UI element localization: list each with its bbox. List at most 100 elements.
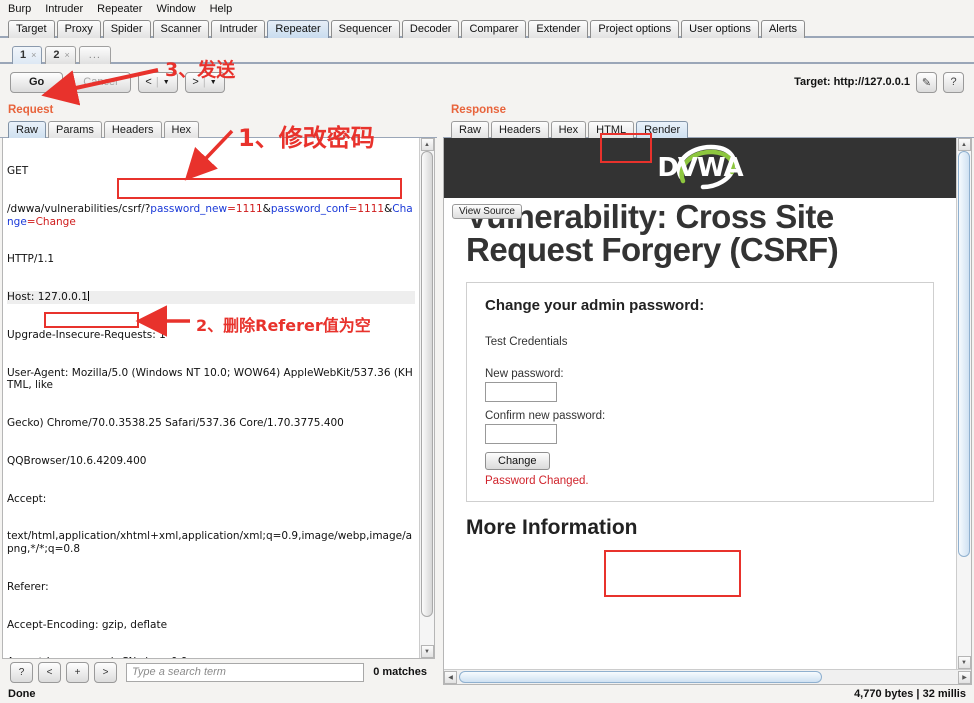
response-tab-html[interactable]: HTML [588,121,635,138]
request-header-useragent-1: User-Agent: Mozilla/5.0 (Windows NT 10.0… [7,366,413,392]
request-editor-wrap: GET /dwwa/vulnerabilities/csrf/?password… [2,138,435,659]
status-bar: Done 4,770 bytes | 32 millis [0,685,974,703]
response-tab-render[interactable]: Render [636,121,689,138]
tab-comparer[interactable]: Comparer [461,20,527,38]
divider: | [155,76,159,88]
request-header-useragent-2: Gecko) Chrome/70.0.3538.25 Safari/537.36… [7,417,344,430]
tab-project-options[interactable]: Project options [590,20,680,38]
request-header-upgrade: Upgrade-Insecure-Requests: 1 [7,328,166,341]
change-button[interactable]: Change [485,452,550,470]
page-title: Vulnerability: Cross Site Request Forger… [466,198,839,268]
scrollbar-track[interactable] [457,670,958,684]
request-line-url: /dwwa/vulnerabilities/csrf/?password_new… [7,203,415,228]
response-tab-hex[interactable]: Hex [550,121,587,138]
response-pane: Response Raw Headers Hex HTML Render DVW… [443,100,974,685]
new-password-label: New password: [485,368,564,380]
tab-sequencer[interactable]: Sequencer [330,20,400,38]
next-request-button[interactable]: > | ▼ [184,71,225,93]
search-prev-button[interactable]: < [38,661,61,683]
request-header-accept-language: Accept-Language: zh-CN,zh;q=0.9 [7,656,415,658]
tab-scanner[interactable]: Scanner [152,20,210,38]
search-add-button[interactable]: + [66,661,89,683]
menu-item-burp[interactable]: Burp [6,3,33,15]
scrollbar-track[interactable] [957,151,971,656]
confirm-password-input[interactable] [485,424,557,444]
scroll-down-icon[interactable]: ▼ [420,645,434,658]
request-response-panes: Request Raw Params Headers Hex GET /dwwa… [0,100,974,685]
request-tab-hex[interactable]: Hex [163,121,200,138]
request-line-method: GET [7,165,29,178]
menu-bar: Burp Intruder Repeater Window Help [0,0,974,17]
search-input[interactable]: Type a search term [126,662,365,682]
request-editor[interactable]: GET /dwwa/vulnerabilities/csrf/?password… [3,138,419,658]
rendered-page[interactable]: DVWA View Source Vulnerability: Cross Si… [444,138,956,669]
tab-target[interactable]: Target [8,20,55,38]
tab-spider[interactable]: Spider [102,20,151,38]
view-source-button[interactable]: View Source [452,204,522,219]
more-information-heading: More Information [466,516,638,539]
menu-item-intruder[interactable]: Intruder [43,3,85,15]
chevron-down-icon[interactable]: ▼ [210,79,217,86]
response-tab-headers[interactable]: Headers [491,121,549,138]
dvwa-banner: DVWA [444,138,956,198]
tab-repeater[interactable]: Repeater [267,20,329,38]
scroll-down-icon[interactable]: ▼ [957,656,971,669]
scrollbar-thumb[interactable] [459,671,822,683]
request-tab-strip: Raw Params Headers Hex [0,119,437,138]
tab-decoder[interactable]: Decoder [401,20,460,38]
scroll-up-icon[interactable]: ▲ [420,138,434,151]
scrollbar-thumb[interactable] [421,151,433,618]
menu-item-window[interactable]: Window [154,3,197,15]
previous-arrow-icon: < [145,76,152,88]
render-body: DVWA View Source Vulnerability: Cross Si… [444,138,971,669]
scroll-up-icon[interactable]: ▲ [957,138,971,151]
repeater-tab-new[interactable]: ... [78,46,111,64]
menu-item-help[interactable]: Help [208,3,235,15]
request-header-useragent-3: QQBrowser/10.6.4209.400 [7,454,147,467]
help-icon[interactable]: ? [943,71,964,93]
search-next-button[interactable]: > [94,661,117,683]
param-password-new-eqval: =1111 [227,202,263,215]
amp-1: & [262,202,271,215]
request-header-referer: Referer: [7,580,49,593]
previous-request-button[interactable]: < | ▼ [137,71,178,93]
scroll-right-icon[interactable]: ▶ [958,670,971,684]
repeater-tab-2[interactable]: 2 × [45,46,76,64]
status-left-text: Done [8,688,36,700]
request-header-accept-encoding: Accept-Encoding: gzip, deflate [7,618,168,631]
render-horizontal-scrollbar[interactable]: ◀ ▶ [444,669,971,684]
tab-user-options[interactable]: User options [681,20,759,38]
request-vertical-scrollbar[interactable]: ▲ ▼ [419,138,434,658]
form-heading: Change your admin password: [485,297,705,314]
menu-item-repeater[interactable]: Repeater [95,3,144,15]
pencil-icon[interactable]: ✎ [916,71,937,93]
response-tab-strip: Raw Headers Hex HTML Render [443,119,974,138]
close-icon[interactable]: × [65,47,70,64]
close-icon[interactable]: × [31,47,36,64]
param-password-conf-name: password_conf [270,202,349,215]
param-change-eqval: =Change [26,215,76,228]
repeater-tab-1[interactable]: 1 × [12,46,43,64]
render-vertical-scrollbar[interactable]: ▲ ▼ [956,138,971,669]
cancel-button: Cancel [70,71,131,93]
divider: | [202,76,206,88]
request-path: /dwwa/vulnerabilities/csrf/? [7,202,151,215]
chevron-down-icon[interactable]: ▼ [163,79,170,86]
search-help-button[interactable]: ? [10,661,33,683]
tab-extender[interactable]: Extender [528,20,589,38]
go-button[interactable]: Go [10,71,64,93]
request-tab-headers[interactable]: Headers [103,121,162,138]
text-caret [87,291,89,302]
tab-intruder[interactable]: Intruder [211,20,266,38]
scrollbar-track[interactable] [420,151,434,645]
test-credentials-link[interactable]: Test Credentials [485,336,915,348]
search-matches-count: 0 matches [373,666,427,678]
response-tab-raw[interactable]: Raw [451,121,490,138]
scrollbar-thumb[interactable] [958,151,970,557]
tab-alerts[interactable]: Alerts [760,20,806,38]
new-password-input[interactable] [485,382,557,402]
request-tab-raw[interactable]: Raw [8,121,47,138]
request-tab-params[interactable]: Params [48,121,102,138]
tab-proxy[interactable]: Proxy [56,20,101,38]
scroll-left-icon[interactable]: ◀ [444,670,457,684]
